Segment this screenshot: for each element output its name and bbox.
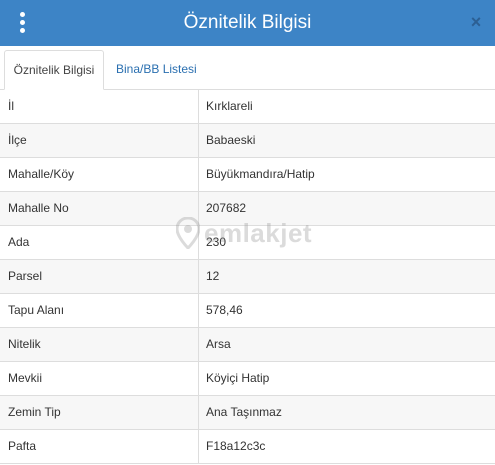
attribute-table: İl Kırklareli İlçe Babaeski Mahalle/Köy …: [0, 90, 495, 464]
row-value: Arsa: [206, 337, 231, 351]
table-row: Zemin Tip Ana Taşınmaz: [0, 396, 495, 430]
table-row: İlçe Babaeski: [0, 124, 495, 158]
table-row: İl Kırklareli: [0, 90, 495, 124]
row-key: Zemin Tip: [8, 405, 61, 419]
table-row: Mahalle/Köy Büyükmandıra/Hatip: [0, 158, 495, 192]
row-value: Kırklareli: [206, 99, 253, 113]
row-key: Mahalle/Köy: [8, 167, 75, 181]
row-key: Tapu Alanı: [8, 303, 65, 317]
table-row: Tapu Alanı 578,46: [0, 294, 495, 328]
dialog-header: Öznitelik Bilgisi ×: [0, 0, 495, 46]
row-key: İlçe: [8, 133, 27, 147]
row-value: 12: [206, 269, 220, 283]
row-key: Mevkii: [8, 371, 43, 385]
tab-attribute-info[interactable]: Öznitelik Bilgisi: [4, 50, 104, 90]
row-key: Nitelik: [8, 337, 41, 351]
table-row: Nitelik Arsa: [0, 328, 495, 362]
row-value: Ana Taşınmaz: [206, 405, 282, 419]
close-icon[interactable]: ×: [469, 12, 483, 32]
row-value: 230: [206, 235, 227, 249]
dialog-title: Öznitelik Bilgisi: [183, 12, 312, 33]
row-value: 578,46: [206, 303, 243, 317]
table-row: Parsel 12: [0, 260, 495, 294]
row-key: Ada: [8, 235, 30, 249]
row-value: Büyükmandıra/Hatip: [206, 167, 315, 181]
row-key: Pafta: [8, 439, 37, 453]
row-key: İl: [8, 99, 14, 113]
row-value: 207682: [206, 201, 247, 215]
row-value: Köyiçi Hatip: [206, 371, 270, 385]
table-row: Pafta F18a12c3c: [0, 430, 495, 464]
tab-building-list[interactable]: Bina/BB Listesi: [108, 50, 205, 89]
row-key: Parsel: [8, 269, 43, 283]
table-row: Ada 230: [0, 226, 495, 260]
row-value: Babaeski: [206, 133, 256, 147]
table-row: Mevkii Köyiçi Hatip: [0, 362, 495, 396]
table-row: Mahalle No 207682: [0, 192, 495, 226]
row-value: F18a12c3c: [206, 439, 266, 453]
tab-bar: Öznitelik Bilgisi Bina/BB Listesi: [0, 46, 495, 90]
row-key: Mahalle No: [8, 201, 69, 215]
